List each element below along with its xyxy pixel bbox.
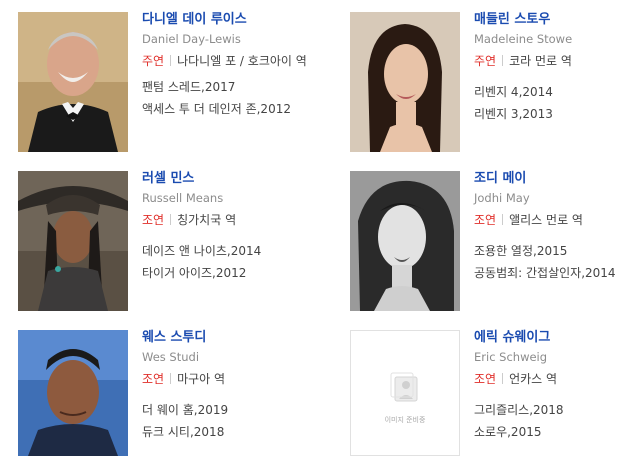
work-link[interactable]: 팬텀 스레드,2017 bbox=[142, 76, 316, 98]
actor-name-link[interactable]: 러셀 민스 bbox=[142, 171, 316, 187]
work-link[interactable]: 리벤지 3,2013 bbox=[474, 103, 637, 125]
filmography: 조용한 열정,2015 공동범죄: 간접살인자,2014 bbox=[474, 240, 637, 284]
role-line: 주연 나다니엘 포 / 호크아이 역 bbox=[142, 52, 316, 70]
cast-card: 이미지 준비중 에릭 슈웨이그 Eric Schweig 조연 언카스 역 그리즐… bbox=[350, 330, 637, 470]
role-line: 조연 마구아 역 bbox=[142, 370, 316, 388]
actor-name-link[interactable]: 조디 메이 bbox=[474, 171, 637, 187]
actor-photo[interactable] bbox=[18, 12, 128, 152]
divider bbox=[170, 55, 172, 66]
role-type-label: 조연 bbox=[474, 213, 497, 227]
work-link[interactable]: 데이즈 앤 나이츠,2014 bbox=[142, 240, 316, 262]
work-link[interactable]: 리벤지 4,2014 bbox=[474, 81, 637, 103]
actor-english-name: Jodhi May bbox=[474, 191, 530, 205]
actor-name-link[interactable]: 매들린 스토우 bbox=[474, 12, 637, 28]
work-link[interactable]: 소로우,2015 bbox=[474, 421, 637, 443]
filmography: 팬텀 스레드,2017 액세스 투 더 데인저 존,2012 bbox=[142, 76, 316, 120]
role-name: 언카스 역 bbox=[509, 372, 558, 386]
role-name: 코라 먼로 역 bbox=[509, 54, 572, 68]
cast-card: 매들린 스토우 Madeleine Stowe 주연 코라 먼로 역 리벤지 4,… bbox=[350, 12, 637, 152]
actor-name-link[interactable]: 웨스 스투디 bbox=[142, 330, 316, 346]
actor-name-link[interactable]: 다니엘 데이 루이스 bbox=[142, 12, 316, 28]
role-name: 마구아 역 bbox=[177, 372, 226, 386]
divider bbox=[170, 214, 172, 225]
no-image-text: 이미지 준비중 bbox=[384, 416, 426, 424]
actor-english-name: Daniel Day-Lewis bbox=[142, 32, 241, 46]
work-link[interactable]: 그리즐리스,2018 bbox=[474, 399, 637, 421]
divider bbox=[502, 55, 504, 66]
image-placeholder-icon bbox=[390, 372, 418, 402]
role-name: 앨리스 먼로 역 bbox=[509, 213, 583, 227]
filmography: 데이즈 앤 나이츠,2014 타이거 아이즈,2012 bbox=[142, 240, 316, 284]
actor-english-name: Russell Means bbox=[142, 191, 224, 205]
work-link[interactable]: 타이거 아이즈,2012 bbox=[142, 262, 316, 284]
actor-photo-placeholder[interactable]: 이미지 준비중 bbox=[350, 330, 460, 456]
role-type-label: 주연 bbox=[142, 54, 165, 68]
cast-card: 웨스 스투디 Wes Studi 조연 마구아 역 더 웨이 홈,2019 듀크 … bbox=[18, 330, 318, 470]
work-link[interactable]: 더 웨이 홈,2019 bbox=[142, 399, 316, 421]
role-line: 주연 코라 먼로 역 bbox=[474, 52, 637, 70]
filmography: 그리즐리스,2018 소로우,2015 bbox=[474, 399, 637, 443]
role-name: 나다니엘 포 / 호크아이 역 bbox=[177, 54, 307, 68]
role-line: 조연 언카스 역 bbox=[474, 370, 637, 388]
work-link[interactable]: 듀크 시티,2018 bbox=[142, 421, 316, 443]
role-type-label: 주연 bbox=[474, 54, 497, 68]
actor-english-name: Madeleine Stowe bbox=[474, 32, 573, 46]
work-link[interactable]: 조용한 열정,2015 bbox=[474, 240, 637, 262]
actor-photo[interactable] bbox=[18, 171, 128, 311]
actor-english-name: Wes Studi bbox=[142, 350, 200, 364]
filmography: 더 웨이 홈,2019 듀크 시티,2018 bbox=[142, 399, 316, 443]
actor-photo[interactable] bbox=[350, 12, 460, 152]
divider bbox=[170, 373, 172, 384]
actor-photo[interactable] bbox=[350, 171, 460, 311]
actor-photo[interactable] bbox=[18, 330, 128, 456]
cast-card: 러셀 민스 Russell Means 조연 칭가치국 역 데이즈 앤 나이츠,2… bbox=[18, 171, 318, 311]
role-line: 조연 칭가치국 역 bbox=[142, 211, 316, 229]
cast-card: 조디 메이 Jodhi May 조연 앨리스 먼로 역 조용한 열정,2015 공… bbox=[350, 171, 637, 311]
role-line: 조연 앨리스 먼로 역 bbox=[474, 211, 637, 229]
no-image-box: 이미지 준비중 bbox=[350, 330, 460, 456]
role-name: 칭가치국 역 bbox=[177, 213, 237, 227]
role-type-label: 조연 bbox=[474, 372, 497, 386]
divider bbox=[502, 373, 504, 384]
filmography: 리벤지 4,2014 리벤지 3,2013 bbox=[474, 81, 637, 125]
cast-card: 다니엘 데이 루이스 Daniel Day-Lewis 주연 나다니엘 포 / 호… bbox=[18, 12, 318, 152]
actor-english-name: Eric Schweig bbox=[474, 350, 548, 364]
actor-name-link[interactable]: 에릭 슈웨이그 bbox=[474, 330, 637, 346]
divider bbox=[502, 214, 504, 225]
work-link[interactable]: 액세스 투 더 데인저 존,2012 bbox=[142, 98, 316, 120]
work-link[interactable]: 공동범죄: 간접살인자,2014 bbox=[474, 262, 637, 284]
role-type-label: 조연 bbox=[142, 213, 165, 227]
role-type-label: 조연 bbox=[142, 372, 165, 386]
